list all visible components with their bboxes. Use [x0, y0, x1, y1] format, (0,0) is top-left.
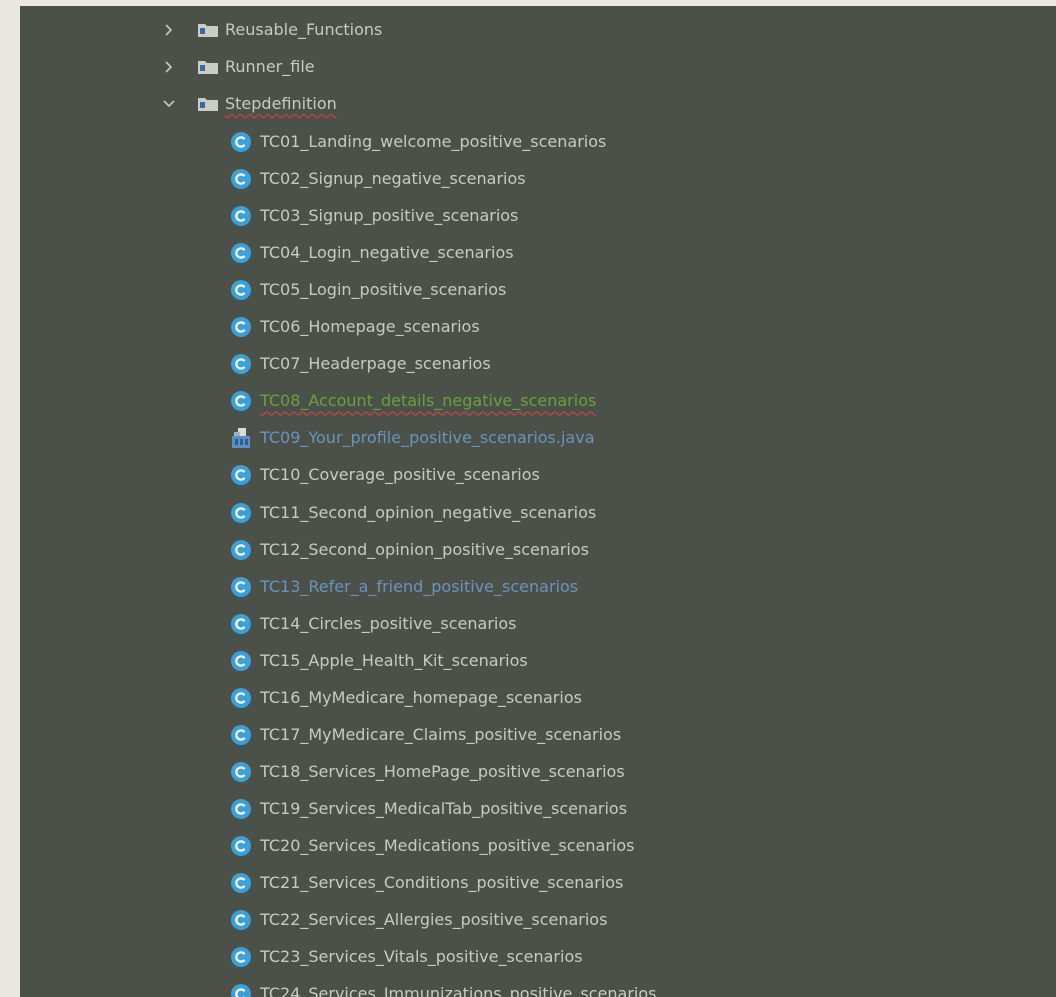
tree-folder-reusable-functions[interactable]: Reusable_Functions — [162, 13, 382, 47]
tree-file-item[interactable]: TC23_Services_Vitals_positive_scenarios — [230, 940, 583, 974]
folder-icon — [198, 97, 218, 111]
java-class-icon — [230, 983, 252, 997]
tree-file-label: TC06_Homepage_scenarios — [260, 317, 480, 337]
java-class-icon — [230, 502, 252, 524]
tree-file-item[interactable]: TC15_Apple_Health_Kit_scenarios — [230, 644, 528, 678]
java-class-icon — [230, 724, 252, 746]
tree-file-item[interactable]: TC02_Signup_negative_scenarios — [230, 162, 526, 196]
folder-icon — [198, 23, 218, 37]
chevron-right-icon[interactable] — [162, 60, 176, 74]
java-class-icon — [230, 353, 252, 375]
java-class-icon — [230, 168, 252, 190]
tree-folder-stepdefinition[interactable]: Stepdefinition — [162, 87, 337, 121]
tree-file-label: TC08_Account_details_negative_scenarios — [260, 391, 597, 411]
tree-file-item[interactable]: TC21_Services_Conditions_positive_scenar… — [230, 866, 623, 900]
java-class-icon — [230, 650, 252, 672]
tree-file-item[interactable]: TC24_Services_Immunizations_positive_sce… — [230, 977, 656, 997]
tree-file-item[interactable]: TC19_Services_MedicalTab_positive_scenar… — [230, 792, 627, 826]
java-class-icon — [230, 464, 252, 486]
tree-file-label: TC09_Your_profile_positive_scenarios.jav… — [260, 428, 595, 448]
tree-file-item[interactable]: TC12_Second_opinion_positive_scenarios — [230, 533, 589, 567]
folder-icon — [198, 60, 218, 74]
java-class-icon — [230, 613, 252, 635]
java-class-icon — [230, 205, 252, 227]
tree-file-label: TC21_Services_Conditions_positive_scenar… — [260, 873, 624, 892]
java-class-icon — [230, 798, 252, 820]
java-file-icon — [230, 427, 252, 449]
tree-file-label: TC12_Second_opinion_positive_scenarios — [260, 539, 589, 559]
tree-file-item[interactable]: TC20_Services_Medications_positive_scena… — [230, 829, 635, 863]
tree-file-item[interactable]: TC03_Signup_positive_scenarios — [230, 199, 518, 233]
java-class-icon — [230, 687, 252, 709]
tree-file-label: TC10_Coverage_positive_scenarios — [260, 465, 540, 485]
tree-file-label: TC14_Circles_positive_scenarios — [260, 613, 517, 633]
tree-file-label: TC13_Refer_a_friend_positive_scenarios — [260, 576, 579, 596]
tree-file-label: TC11_Second_opinion_negative_scenarios — [260, 502, 597, 522]
tree-file-label: TC15_Apple_Health_Kit_scenarios — [260, 650, 528, 670]
tree-file-item[interactable]: TC07_Headerpage_scenarios — [230, 347, 491, 381]
tree-file-item[interactable]: TC16_MyMedicare_homepage_scenarios — [230, 681, 582, 715]
tree-file-item[interactable]: TC18_Services_HomePage_positive_scenario… — [230, 755, 625, 789]
tree-file-item[interactable]: TC06_Homepage_scenarios — [230, 310, 480, 344]
java-class-icon — [230, 576, 252, 598]
tree-file-label: TC23_Services_Vitals_positive_scenarios — [260, 947, 583, 967]
java-class-icon — [230, 390, 252, 412]
project-tree-panel: Reusable_Functions Runner_file Stepdefin… — [20, 6, 1056, 997]
tree-file-label: TC22_Services_Allergies_positive_scenari… — [260, 910, 608, 930]
tree-file-label: TC07_Headerpage_scenarios — [260, 354, 491, 374]
tree-file-item[interactable]: TC17_MyMedicare_Claims_positive_scenario… — [230, 718, 621, 752]
tree-folder-label: Stepdefinition — [225, 94, 337, 113]
java-class-icon — [230, 316, 252, 338]
tree-file-label: TC03_Signup_positive_scenarios — [260, 206, 519, 226]
tree-file-label: TC05_Login_positive_scenarios — [260, 280, 507, 300]
tree-folder-label: Runner_file — [225, 57, 315, 76]
tree-file-item[interactable]: TC09_Your_profile_positive_scenarios.jav… — [230, 421, 595, 455]
chevron-right-icon[interactable] — [162, 23, 176, 37]
tree-file-item[interactable]: TC22_Services_Allergies_positive_scenari… — [230, 903, 607, 937]
tree-file-item[interactable]: TC01_Landing_welcome_positive_scenarios — [230, 125, 606, 159]
tree-file-item[interactable]: TC08_Account_details_negative_scenarios — [230, 384, 596, 418]
java-class-icon — [230, 539, 252, 561]
java-class-icon — [230, 835, 252, 857]
java-class-icon — [230, 131, 252, 153]
tree-file-label: TC04_Login_negative_scenarios — [260, 243, 514, 263]
tree-file-item[interactable]: TC04_Login_negative_scenarios — [230, 236, 514, 270]
tree-file-item[interactable]: TC05_Login_positive_scenarios — [230, 273, 506, 307]
tree-file-label: TC20_Services_Medications_positive_scena… — [260, 835, 635, 855]
tree-folder-label: Reusable_Functions — [225, 20, 383, 39]
tree-file-item[interactable]: TC13_Refer_a_friend_positive_scenarios — [230, 570, 578, 604]
tree-file-label: TC24_Services_Immunizations_positive_sce… — [260, 984, 657, 997]
java-class-icon — [230, 946, 252, 968]
tree-file-label: TC19_Services_MedicalTab_positive_scenar… — [260, 798, 628, 818]
java-class-icon — [230, 242, 252, 264]
java-class-icon — [230, 872, 252, 894]
tree-file-item[interactable]: TC11_Second_opinion_negative_scenarios — [230, 496, 596, 530]
chevron-down-icon[interactable] — [162, 97, 176, 111]
tree-file-label: TC01_Landing_welcome_positive_scenarios — [260, 132, 607, 151]
java-class-icon — [230, 909, 252, 931]
tree-file-label: TC02_Signup_negative_scenarios — [260, 169, 526, 189]
java-class-icon — [230, 761, 252, 783]
tree-file-label: TC16_MyMedicare_homepage_scenarios — [260, 687, 582, 707]
tree-file-item[interactable]: TC10_Coverage_positive_scenarios — [230, 458, 540, 492]
java-class-icon — [230, 279, 252, 301]
tree-file-label: TC18_Services_HomePage_positive_scenario… — [260, 761, 625, 781]
tree-file-label: TC17_MyMedicare_Claims_positive_scenario… — [260, 724, 622, 744]
tree-file-item[interactable]: TC14_Circles_positive_scenarios — [230, 607, 516, 641]
tree-folder-runner-file[interactable]: Runner_file — [162, 50, 315, 84]
